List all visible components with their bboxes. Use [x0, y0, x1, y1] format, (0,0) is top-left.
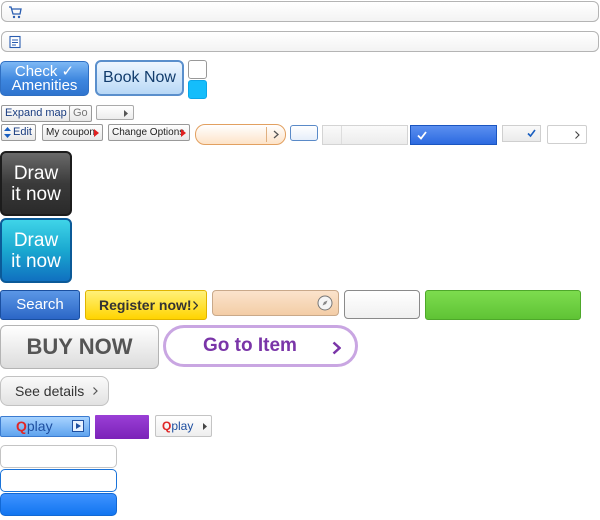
see-details-label: See details: [15, 383, 85, 399]
search-button[interactable]: Search: [0, 290, 80, 320]
draw-label-1: Draw: [13, 230, 59, 251]
chevron-right-icon: [203, 423, 207, 430]
text-field-focused[interactable]: [0, 469, 117, 492]
chevron-right-icon: [181, 129, 186, 137]
note-icon: [9, 35, 21, 49]
orange-pill-dropdown[interactable]: [195, 124, 286, 145]
expand-map-button[interactable]: Expand map: [1, 105, 71, 122]
compass-icon: [317, 295, 333, 311]
draw-label-1: Draw: [13, 163, 59, 184]
draw-label-2: it now: [11, 184, 61, 205]
mini-dropdown[interactable]: [96, 105, 134, 120]
buy-now-button[interactable]: BUY NOW: [0, 325, 159, 369]
my-coupon-label: My coupon: [46, 127, 95, 138]
play-icon: [72, 420, 84, 432]
small-select[interactable]: [547, 125, 587, 144]
text-field-filled[interactable]: [0, 493, 117, 516]
location-field[interactable]: [212, 290, 339, 316]
register-now-label: Register now!: [99, 297, 192, 313]
purple-button[interactable]: [95, 415, 149, 439]
qplay-small-button[interactable]: Qplay: [155, 415, 212, 437]
change-options-button[interactable]: Change Options: [108, 124, 190, 141]
sort-icon: [4, 127, 11, 138]
go-to-item-button[interactable]: Go to Item: [163, 325, 358, 367]
text-field-default[interactable]: [0, 445, 117, 468]
register-now-button[interactable]: Register now!: [85, 290, 207, 320]
green-button[interactable]: [425, 290, 581, 320]
draw-it-now-teal-button[interactable]: Draw it now: [0, 218, 72, 283]
edit-label: Edit: [13, 126, 32, 138]
grey-segment[interactable]: [322, 125, 408, 145]
cart-input[interactable]: [1, 1, 599, 22]
chevron-right-icon: [193, 301, 198, 310]
notes-input[interactable]: [1, 31, 599, 52]
cart-icon: [9, 6, 22, 19]
go-button[interactable]: Go: [69, 105, 92, 122]
go-to-item-label: Go to Item: [203, 335, 297, 356]
white-swatch[interactable]: [188, 60, 207, 79]
small-blue-box[interactable]: [290, 125, 318, 141]
chevron-right-icon: [273, 130, 279, 139]
qplay-q: Q: [16, 418, 27, 434]
check-amenities-label-2: Amenities: [11, 77, 78, 94]
qplay-play: play: [171, 419, 194, 433]
change-options-label: Change Options: [112, 127, 185, 138]
edit-button[interactable]: Edit: [1, 124, 36, 141]
check-amenities-button[interactable]: Check ✓ Amenities: [0, 61, 89, 96]
blue-swatch[interactable]: [188, 80, 207, 99]
qplay-button[interactable]: Qplay: [0, 416, 90, 437]
chevron-right-icon: [94, 129, 99, 137]
book-now-button[interactable]: Book Now: [95, 60, 184, 96]
chevron-right-icon: [124, 110, 128, 117]
qplay-q: Q: [162, 419, 172, 433]
blank-field[interactable]: [344, 290, 420, 319]
draw-it-now-dark-button[interactable]: Draw it now: [0, 151, 72, 216]
chevron-right-icon: [93, 387, 98, 395]
chevron-right-icon: [332, 341, 341, 355]
chevron-right-icon: [575, 131, 580, 139]
checked-segment[interactable]: [410, 125, 497, 145]
check-icon: [417, 131, 427, 140]
check-box-mini[interactable]: [502, 125, 541, 142]
see-details-button[interactable]: See details: [0, 376, 109, 406]
qplay-play: play: [26, 418, 53, 434]
check-icon: [527, 129, 536, 138]
my-coupon-button[interactable]: My coupon: [42, 124, 103, 141]
draw-label-2: it now: [11, 251, 61, 272]
